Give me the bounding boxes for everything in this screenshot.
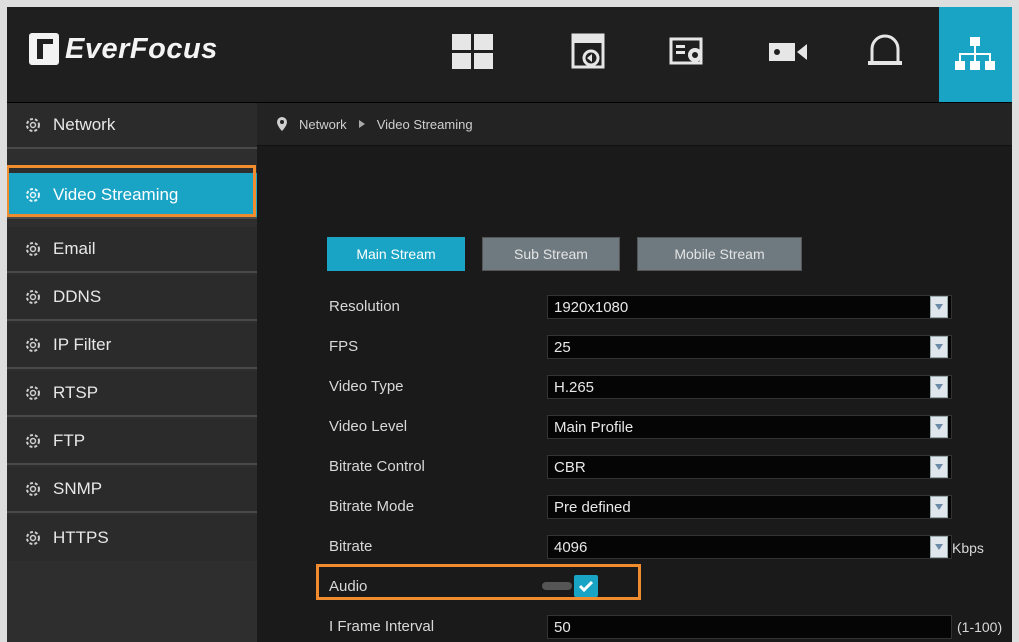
- camera-icon[interactable]: [765, 31, 811, 73]
- top-bar: EverFocus: [7, 7, 1012, 103]
- video-type-label: Video Type: [329, 378, 404, 395]
- gear-icon: [25, 433, 41, 449]
- app-window: EverFocus Network Video Streaming Email …: [7, 7, 1012, 642]
- sidebar-item-label: Network: [53, 115, 116, 134]
- sidebar-item-video-streaming[interactable]: Video Streaming: [7, 173, 257, 219]
- breadcrumb-network[interactable]: Network: [299, 117, 347, 132]
- logo-mark: [29, 33, 59, 65]
- sidebar-item-label: Email: [53, 239, 96, 258]
- chevron-down-icon[interactable]: [930, 296, 948, 318]
- tab-main-stream[interactable]: Main Stream: [327, 237, 465, 271]
- audio-checkbox[interactable]: [542, 573, 607, 599]
- video-level-label: Video Level: [329, 418, 408, 435]
- chevron-down-icon[interactable]: [930, 536, 948, 558]
- gear-icon: [25, 117, 41, 133]
- fps-label: FPS: [329, 338, 359, 355]
- gear-icon: [25, 289, 41, 305]
- video-level-select[interactable]: Main Profile: [547, 415, 952, 439]
- resolution-label: Resolution: [329, 298, 400, 315]
- i-frame-interval-input[interactable]: 50: [547, 615, 952, 639]
- gear-icon: [25, 385, 41, 401]
- bitrate-select[interactable]: 4096: [547, 535, 952, 559]
- logo-text: EverFocus: [65, 32, 218, 65]
- sidebar-item-rtsp[interactable]: RTSP: [7, 371, 257, 417]
- audio-track: [542, 582, 572, 590]
- sidebar-item-label: SNMP: [53, 479, 103, 498]
- chevron-down-icon[interactable]: [930, 456, 948, 478]
- resolution-select[interactable]: 1920x1080: [547, 295, 952, 319]
- tab-sub-stream[interactable]: Sub Stream: [482, 237, 620, 271]
- chevron-down-icon[interactable]: [930, 376, 948, 398]
- sidebar-item-email[interactable]: Email: [7, 227, 257, 273]
- gear-icon: [25, 481, 41, 497]
- chevron-down-icon[interactable]: [930, 336, 948, 358]
- gear-icon: [25, 530, 41, 546]
- playback-icon[interactable]: [567, 31, 613, 73]
- chevron-down-icon[interactable]: [930, 496, 948, 518]
- bitrate-control-select[interactable]: CBR: [547, 455, 952, 479]
- breadcrumb-arrow-icon: [358, 120, 365, 128]
- settings-image-icon[interactable]: [667, 31, 713, 73]
- gear-icon: [25, 337, 41, 353]
- sidebar-item-label: RTSP: [53, 383, 99, 402]
- audio-label: Audio: [329, 578, 368, 595]
- main-content: Network Video Streaming Main Stream Sub …: [257, 103, 1012, 642]
- network-topology-icon: [955, 37, 995, 70]
- bitrate-mode-label: Bitrate Mode: [329, 498, 415, 515]
- bitrate-label: Bitrate: [329, 538, 373, 555]
- sidebar-item-ip-filter[interactable]: IP Filter: [7, 323, 257, 369]
- breadcrumb-video-streaming: Video Streaming: [376, 116, 473, 132]
- bitrate-unit: Kbps: [952, 540, 984, 556]
- sidebar-item-https[interactable]: HTTPS: [7, 515, 257, 561]
- gear-icon: [25, 241, 41, 257]
- sidebar-item-snmp[interactable]: SNMP: [7, 467, 257, 513]
- i-frame-range: (1-100): [957, 619, 1003, 635]
- location-pin-icon: [277, 117, 287, 131]
- sidebar-item-label: IP Filter: [53, 335, 112, 354]
- layout-grid-icon[interactable]: [450, 31, 496, 73]
- sidebar: Network Video Streaming Email DDNS IP Fi…: [7, 103, 257, 642]
- sidebar-item-ddns[interactable]: DDNS: [7, 275, 257, 321]
- sidebar-item-label: FTP: [53, 431, 86, 450]
- checkmark-icon: [574, 575, 598, 597]
- i-frame-interval-label: I Frame Interval: [329, 618, 435, 635]
- sidebar-item-label: HTTPS: [53, 528, 109, 547]
- tab-network[interactable]: [939, 7, 1012, 102]
- logo: EverFocus: [29, 29, 218, 69]
- sidebar-item-label: Video Streaming: [53, 185, 179, 204]
- bitrate-control-label: Bitrate Control: [329, 458, 425, 475]
- sidebar-item-ftp[interactable]: FTP: [7, 419, 257, 465]
- chevron-down-icon[interactable]: [930, 416, 948, 438]
- tab-mobile-stream[interactable]: Mobile Stream: [637, 237, 802, 271]
- bitrate-mode-select[interactable]: Pre defined: [547, 495, 952, 519]
- fps-select[interactable]: 25: [547, 335, 952, 359]
- breadcrumb: Network Video Streaming: [257, 103, 1012, 146]
- sidebar-item-network[interactable]: Network: [7, 103, 257, 149]
- alarm-bell-icon[interactable]: [862, 31, 908, 73]
- sidebar-item-label: DDNS: [53, 287, 102, 306]
- video-type-select[interactable]: H.265: [547, 375, 952, 399]
- gear-icon: [25, 187, 41, 203]
